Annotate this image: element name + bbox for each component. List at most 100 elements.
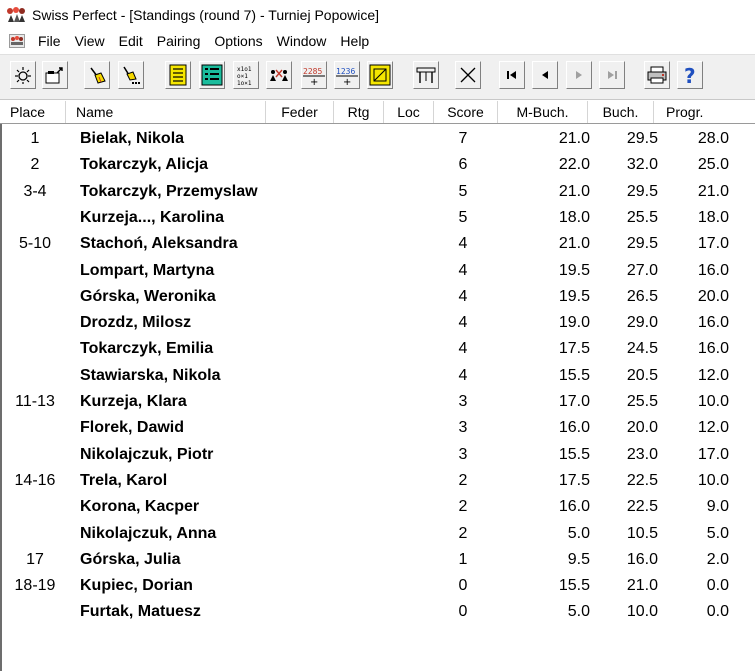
swiss-perfect-app-icon[interactable] (6, 7, 26, 23)
progr-cell: 25.0 (697, 156, 729, 174)
menu-options[interactable]: Options (207, 33, 269, 49)
table-row[interactable]: 11-13 Kurzeja, Klara 3 17.0 25.5 10.0 (2, 389, 755, 415)
column-rtg[interactable]: Rtg (334, 101, 384, 123)
place-cell: 18-19 (14, 577, 56, 595)
column-header-row: Place Name Feder Rtg Loc Score M-Buch. B… (0, 101, 755, 124)
table-row[interactable]: 3-4 Tokarczyk, Przemyslaw 5 21.0 29.5 21.0 (2, 179, 755, 205)
column-loc[interactable]: Loc (384, 101, 434, 123)
column-buch[interactable]: Buch. (588, 101, 654, 123)
score-cell: 4 (458, 287, 468, 305)
next-button[interactable] (566, 61, 592, 89)
first-button[interactable] (499, 61, 525, 89)
place-cell: 3-4 (23, 182, 47, 200)
list-yellow-button[interactable] (165, 61, 191, 89)
results-grid-icon: x1o1o×11o×1 (237, 66, 252, 86)
table-row[interactable]: Górska, Weronika 4 19.5 26.5 20.0 (2, 284, 755, 310)
players-swap-button[interactable] (266, 61, 292, 89)
table-row[interactable]: Nikolajczuk, Anna 2 5.0 10.5 5.0 (2, 521, 755, 547)
table-button[interactable] (413, 61, 439, 89)
m-buch-cell: 17.0 (558, 393, 590, 410)
scoresheet-icon (369, 64, 391, 86)
buch-cell: 22.5 (626, 471, 658, 489)
m-buch-cell: 15.5 (558, 445, 590, 463)
score-plus-button[interactable]: 2285 + (301, 61, 327, 89)
name-cell: Florek, Dawid (80, 419, 185, 437)
m-buch-cell: 15.5 (558, 577, 590, 595)
m-buch-cell: 18.0 (558, 208, 590, 226)
delete-button[interactable] (455, 61, 481, 89)
table-row[interactable]: 17 Górska, Julia 1 9.5 16.0 2.0 (2, 547, 755, 573)
column-feder[interactable]: Feder (266, 101, 334, 123)
table-row[interactable]: 18-19 Kupiec, Dorian 0 15.5 21.0 0.0 (2, 573, 755, 599)
name-cell: Furtak, Matuesz (80, 603, 201, 621)
svg-text:x1o1: x1o1 (237, 66, 252, 73)
name-cell: Bielak, Nikola (80, 130, 185, 147)
menu-help[interactable]: Help (333, 33, 376, 49)
sun-button[interactable] (10, 61, 36, 89)
name-cell: Nikolajczuk, Piotr (80, 445, 214, 463)
menu-window[interactable]: Window (270, 33, 334, 49)
table-row[interactable]: 14-16 Trela, Karol 2 17.5 22.5 10.0 (2, 468, 755, 494)
column-place[interactable]: Place (0, 101, 66, 123)
place-cell: 1 (30, 130, 40, 147)
buch-cell: 20.0 (626, 419, 658, 437)
score-cell: 4 (458, 314, 468, 332)
number-plus-button[interactable]: 1236 + (334, 61, 360, 89)
buch-cell: 25.5 (626, 208, 658, 226)
svg-text:+: + (343, 77, 351, 86)
print-button[interactable] (644, 61, 670, 89)
table-row[interactable]: Furtak, Matuesz 0 5.0 10.0 0.0 (2, 599, 755, 625)
clear-more-button[interactable] (118, 61, 144, 89)
buch-cell: 22.5 (626, 498, 658, 516)
first-icon (507, 71, 516, 79)
table-row[interactable]: Korona, Kacper 2 16.0 22.5 9.0 (2, 494, 755, 520)
table-row[interactable]: 1 Bielak, Nikola 7 21.0 29.5 28.0 (2, 126, 755, 152)
score-cell: 3 (458, 393, 468, 410)
m-buch-cell: 15.5 (558, 366, 590, 384)
score-cell: 7 (458, 130, 468, 147)
score-cell: 4 (458, 340, 468, 358)
table-row[interactable]: 2 Tokarczyk, Alicja 6 22.0 32.0 25.0 (2, 152, 755, 178)
table-row[interactable]: Tokarczyk, Emilia 4 17.5 24.5 16.0 (2, 336, 755, 362)
list-green-button[interactable] (199, 61, 225, 89)
name-cell: Drozdz, Milosz (80, 314, 192, 332)
table-row[interactable]: Drozdz, Milosz 4 19.0 29.0 16.0 (2, 310, 755, 336)
column-m-buch[interactable]: M-Buch. (498, 101, 588, 123)
name-cell: Tokarczyk, Przemyslaw (80, 182, 258, 200)
column-name[interactable]: Name (66, 101, 266, 123)
help-button[interactable]: ? (677, 61, 703, 89)
menu-file[interactable]: File (31, 33, 68, 49)
table-row[interactable]: Stawiarska, Nikola 4 15.5 20.5 12.0 (2, 363, 755, 389)
standings-table[interactable]: 1 Bielak, Nikola 7 21.0 29.5 28.0 2 Tokarczyk, … (0, 124, 755, 671)
last-button[interactable] (599, 61, 625, 89)
place-cell: 17 (26, 550, 44, 568)
m-buch-cell: 19.5 (558, 261, 590, 279)
column-score[interactable]: Score (434, 101, 498, 123)
progr-cell: 2.0 (706, 550, 729, 568)
menu-pairing[interactable]: Pairing (150, 33, 208, 49)
clear-button[interactable] (84, 61, 110, 89)
previous-button[interactable] (532, 61, 558, 89)
svg-text:+: + (310, 77, 318, 86)
table-row[interactable]: Kurzeja..., Karolina 5 18.0 25.5 18.0 (2, 205, 755, 231)
table-row[interactable]: Lompart, Martyna 4 19.5 27.0 16.0 (2, 258, 755, 284)
table-row[interactable]: 5-10 Stachoń, Aleksandra 4 21.0 29.5 17.0 (2, 231, 755, 257)
toolbar: x1o1 o×1 1o×1 2285 + 1236 + ? (0, 54, 755, 100)
menu-edit[interactable]: Edit (112, 33, 150, 49)
table-row[interactable]: Nikolajczuk, Piotr 3 15.5 23.0 17.0 (2, 442, 755, 468)
buch-cell: 20.5 (626, 366, 658, 384)
name-cell: Tokarczyk, Emilia (80, 340, 214, 358)
scoresheet-button[interactable] (367, 61, 393, 89)
progr-cell: 28.0 (697, 130, 729, 147)
score-cell: 1 (458, 550, 468, 568)
svg-text:1236: 1236 (336, 67, 355, 76)
menu-view[interactable]: View (68, 33, 112, 49)
document-control-icon[interactable] (9, 34, 25, 48)
open-button[interactable] (42, 61, 68, 89)
m-buch-cell: 16.0 (558, 419, 590, 437)
name-cell: Stawiarska, Nikola (80, 366, 221, 384)
table-row[interactable]: Florek, Dawid 3 16.0 20.0 12.0 (2, 415, 755, 441)
name-cell: Tokarczyk, Alicja (80, 156, 209, 174)
results-grid-button[interactable]: x1o1 o×1 1o×1 (233, 61, 259, 89)
column-progr[interactable]: Progr. (654, 101, 755, 123)
